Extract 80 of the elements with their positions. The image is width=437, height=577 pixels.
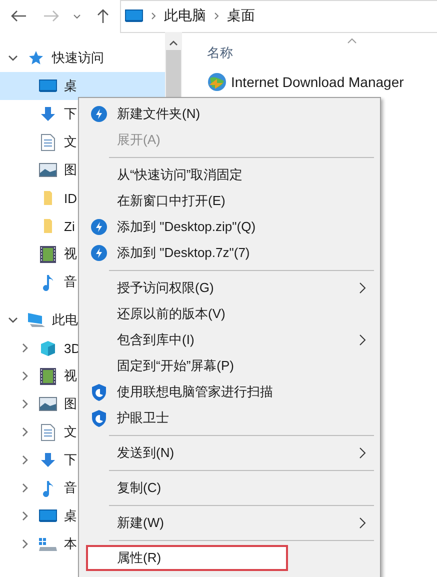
back-arrow-icon: [11, 10, 27, 22]
monitor-icon: [39, 79, 57, 93]
scroll-up-icon[interactable]: [169, 40, 178, 46]
tree-item[interactable]: Zi: [64, 218, 75, 234]
menu-item[interactable]: 复制(C): [81, 475, 378, 501]
menu-item[interactable]: 还原以前的版本(V): [81, 301, 378, 327]
menu-item[interactable]: 添加到 "Desktop.7z"(7): [81, 240, 378, 266]
computer-icon: [26, 312, 46, 328]
chevron-right-icon[interactable]: [22, 483, 28, 493]
tree-item[interactable]: 文: [64, 133, 77, 151]
tree-item[interactable]: 音: [64, 273, 77, 291]
film-icon: [40, 368, 56, 384]
bolt-icon: [91, 219, 107, 235]
menu-item[interactable]: 属性(R): [86, 545, 288, 571]
picture-icon: [39, 397, 57, 411]
chevron-down-icon[interactable]: [8, 317, 18, 323]
column-header[interactable]: 名称: [207, 44, 233, 62]
shield-icon: [91, 384, 107, 400]
monitor-icon: [125, 9, 143, 23]
tree-item[interactable]: 本: [64, 535, 77, 553]
shield-icon: [91, 410, 107, 426]
down-arrow-icon: [40, 452, 56, 468]
music-note-icon: [42, 274, 54, 290]
folder-icon: [43, 218, 53, 234]
address-bar[interactable]: 此电脑 桌面: [120, 0, 437, 32]
tree-item[interactable]: 图: [64, 395, 77, 413]
chevron-right-icon[interactable]: [22, 455, 28, 465]
menu-item[interactable]: 新建(W): [81, 510, 378, 536]
chevron-right-icon[interactable]: [22, 399, 28, 409]
drive-icon: [38, 536, 58, 552]
chevron-right-icon: [214, 12, 219, 20]
chevron-right-icon[interactable]: [22, 539, 28, 549]
tree-item[interactable]: 下: [64, 451, 77, 469]
menu-item[interactable]: 包含到库中(I): [81, 327, 378, 353]
menu-item[interactable]: 从“快速访问”取消固定: [81, 162, 378, 188]
tree-item[interactable]: 图: [64, 161, 77, 179]
document-icon: [41, 134, 55, 150]
menu-item[interactable]: 使用联想电脑管家进行扫描: [81, 379, 378, 405]
tree-item[interactable]: 此电: [52, 311, 78, 329]
chevron-down-icon[interactable]: [8, 55, 18, 61]
menu-item[interactable]: 授予访问权限(G): [81, 275, 378, 301]
film-icon: [40, 246, 56, 262]
cube-icon: [40, 340, 56, 356]
menu-item[interactable]: 添加到 "Desktop.zip"(Q): [81, 214, 378, 240]
monitor-icon: [39, 509, 57, 523]
tree-item[interactable]: ID: [64, 190, 77, 206]
chevron-right-icon[interactable]: [22, 427, 28, 437]
tree-item[interactable]: 视: [64, 245, 77, 263]
chevron-right-icon[interactable]: [22, 511, 28, 521]
document-icon: [41, 424, 55, 440]
picture-icon: [39, 163, 57, 177]
tree-item[interactable]: 桌: [64, 507, 77, 525]
globe-icon: [207, 72, 227, 92]
folder-icon: [43, 190, 53, 206]
chevron-right-icon[interactable]: [22, 343, 28, 353]
tree-item[interactable]: 视: [64, 367, 77, 385]
music-note-icon: [42, 480, 54, 496]
chevron-down-icon: [73, 14, 81, 18]
menu-item[interactable]: 新建文件夹(N): [81, 101, 378, 127]
chevron-right-icon[interactable]: [22, 371, 28, 381]
tree-item[interactable]: 文: [64, 423, 77, 441]
menu-item[interactable]: 在新窗口中打开(E): [81, 188, 378, 214]
bolt-icon: [91, 245, 107, 261]
tree-item[interactable]: 音: [64, 479, 77, 497]
chevron-right-icon: [151, 12, 156, 20]
star-icon: [28, 50, 44, 66]
tree-item[interactable]: 下: [64, 105, 77, 123]
down-arrow-icon: [40, 106, 56, 122]
menu-item[interactable]: 护眼卫士: [81, 405, 378, 431]
file-name[interactable]: Internet Download Manager: [231, 74, 404, 90]
tree-item[interactable]: 桌: [64, 77, 77, 95]
menu-item[interactable]: 发送到(N): [81, 440, 378, 466]
breadcrumb[interactable]: 桌面: [227, 7, 255, 25]
breadcrumb[interactable]: 此电脑: [164, 7, 206, 25]
bolt-icon: [91, 106, 107, 122]
tree-item[interactable]: 快速访问: [52, 49, 104, 67]
sort-caret-icon: [347, 38, 357, 44]
menu-item[interactable]: 固定到“开始”屏幕(P): [81, 353, 378, 379]
up-arrow-icon: [97, 8, 109, 24]
forward-arrow-icon: [43, 10, 59, 22]
